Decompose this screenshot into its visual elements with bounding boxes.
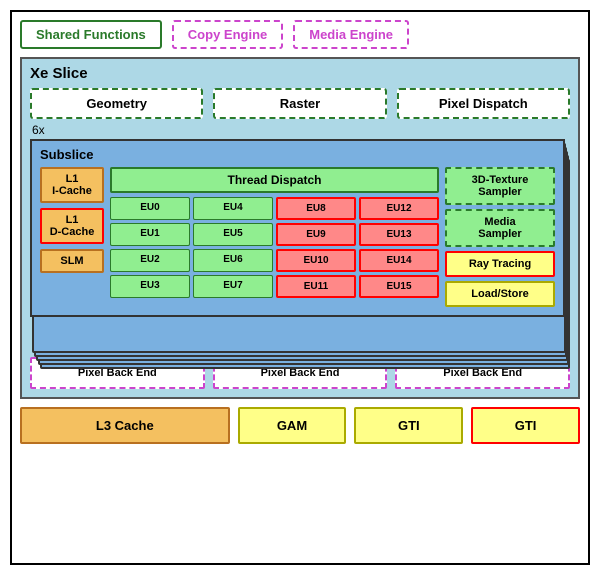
eu-cell-eu0: EU0 — [110, 197, 190, 220]
texture-sampler-box: 3D-TextureSampler — [445, 167, 555, 205]
gti-1-box: GTI — [354, 407, 463, 444]
load-store-box: Load/Store — [445, 281, 555, 307]
right-col: 3D-TextureSampler MediaSampler Ray Traci… — [445, 167, 555, 307]
media-sampler-box: MediaSampler — [445, 209, 555, 247]
eu-cell-eu3: EU3 — [110, 275, 190, 298]
bottom-row: L3 Cache GAM GTI GTI — [20, 407, 580, 444]
eu-cell-eu11: EU11 — [276, 275, 356, 298]
eu-cell-eu10: EU10 — [276, 249, 356, 272]
slice-top-row: Geometry Raster Pixel Dispatch — [30, 88, 570, 119]
pixel-dispatch-box: Pixel Dispatch — [397, 88, 570, 119]
subslice: Subslice L1I-Cache L1D-Cache SLM Thread … — [30, 139, 565, 317]
eu-cell-eu15: EU15 — [359, 275, 439, 298]
gam-box: GAM — [238, 407, 347, 444]
eu-cell-eu13: EU13 — [359, 223, 439, 246]
l1-icache-box: L1I-Cache — [40, 167, 104, 203]
top-row: Shared Functions Copy Engine Media Engin… — [20, 20, 580, 49]
eu-cell-eu12: EU12 — [359, 197, 439, 220]
l3-cache-box: L3 Cache — [20, 407, 230, 444]
subslice-title: Subslice — [40, 147, 555, 162]
six-label: 6x — [32, 123, 570, 137]
eu-cell-eu6: EU6 — [193, 249, 273, 272]
media-engine-box: Media Engine — [293, 20, 409, 49]
geometry-box: Geometry — [30, 88, 203, 119]
xe-slice: Xe Slice Geometry Raster Pixel Dispatch … — [20, 57, 580, 399]
middle-col: Thread Dispatch EU0EU4EU8EU12EU1EU5EU9EU… — [110, 167, 439, 307]
copy-engine-box: Copy Engine — [172, 20, 283, 49]
eu-cell-eu5: EU5 — [193, 223, 273, 246]
eu-cell-eu7: EU7 — [193, 275, 273, 298]
slm-box: SLM — [40, 249, 104, 273]
eu-cell-eu8: EU8 — [276, 197, 356, 220]
eu-cell-eu4: EU4 — [193, 197, 273, 220]
eu-cell-eu14: EU14 — [359, 249, 439, 272]
ray-tracing-box: Ray Tracing — [445, 251, 555, 277]
eu-cell-eu9: EU9 — [276, 223, 356, 246]
subslice-inner: L1I-Cache L1D-Cache SLM Thread Dispatch … — [40, 167, 555, 307]
cache-col: L1I-Cache L1D-Cache SLM — [40, 167, 104, 307]
eu-cell-eu1: EU1 — [110, 223, 190, 246]
xe-slice-title: Xe Slice — [30, 65, 570, 82]
l1-dcache-box: L1D-Cache — [40, 208, 104, 244]
thread-dispatch-box: Thread Dispatch — [110, 167, 439, 193]
subslice-stack: Subslice L1I-Cache L1D-Cache SLM Thread … — [30, 139, 570, 349]
raster-box: Raster — [213, 88, 386, 119]
eu-grid: EU0EU4EU8EU12 EU1EU5EU9EU13 EU2EU6EU10EU14… — [110, 197, 439, 298]
shared-functions-box: Shared Functions — [20, 20, 162, 49]
main-container: Shared Functions Copy Engine Media Engin… — [10, 10, 590, 565]
eu-cell-eu2: EU2 — [110, 249, 190, 272]
gti-2-box: GTI — [471, 407, 580, 444]
